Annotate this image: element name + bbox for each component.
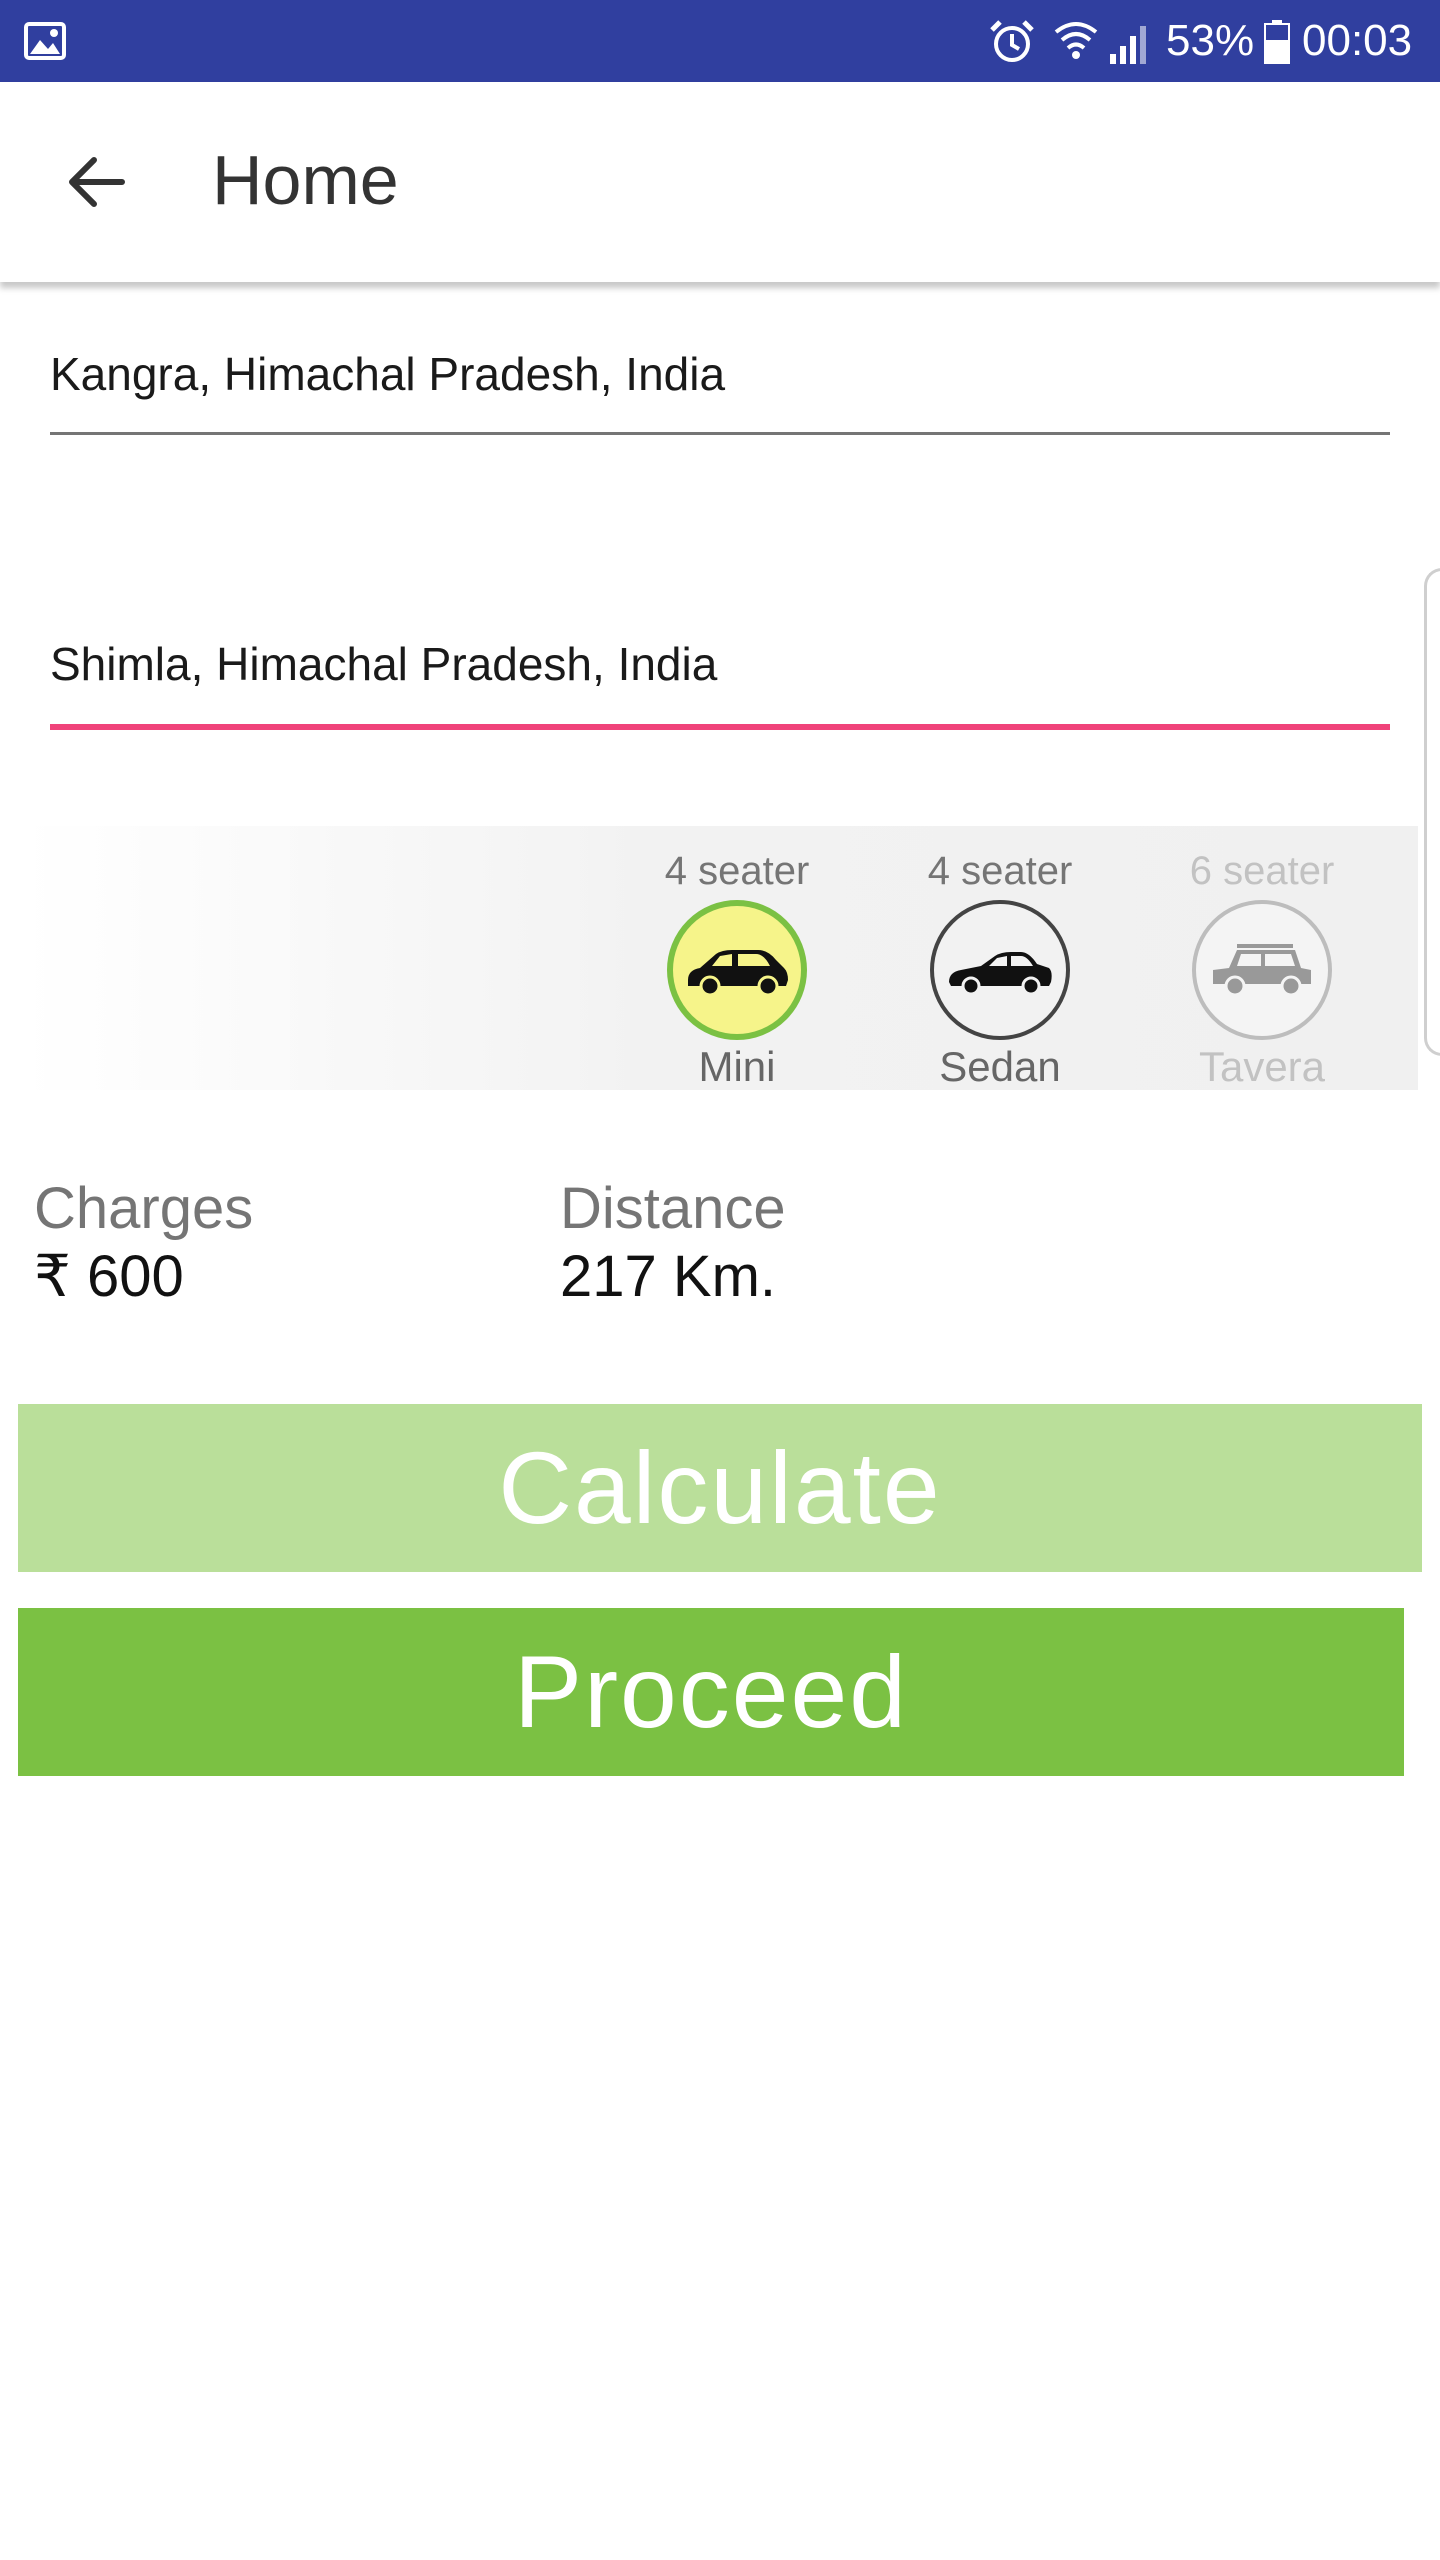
gallery-icon [24,22,66,60]
charges-block: Charges ₹ 600 [34,1176,253,1310]
distance-label: Distance [560,1176,786,1241]
car-seats: 4 seater [664,849,810,893]
sedan-icon [949,952,1052,996]
car-name: Sedan [939,1043,1061,1090]
page-title: Home [212,141,399,219]
status-bar: 53% 00:03 [0,0,1440,82]
signal-icon [1110,26,1146,64]
proceed-button[interactable]: Proceed [18,1608,1404,1776]
suv-icon [1213,944,1311,997]
drop-underline [50,724,1390,730]
pickup-location-value[interactable]: Kangra, Himachal Pradesh, India [50,346,1390,402]
car-seats: 4 seater [927,849,1073,893]
arrow-back-icon[interactable] [60,146,132,218]
car-icon-circle[interactable] [930,900,1070,1040]
clock: 00:03 [1302,16,1413,65]
calculate-button[interactable]: Calculate [18,1404,1422,1572]
pickup-location-field[interactable]: Kangra, Himachal Pradesh, India [50,346,1390,436]
car-icon-circle[interactable] [667,900,807,1040]
charges-label: Charges [34,1176,254,1241]
car-seats: 6 seater [1189,849,1335,893]
battery-icon [1264,20,1290,64]
car-option-mini[interactable]: 4 seater Mini [637,826,837,1090]
alarm-icon [990,20,1034,62]
side-drawer-handle[interactable] [1424,568,1440,1056]
charges-value: ₹ 600 [34,1244,184,1309]
distance-value: 217 Km. [560,1244,776,1309]
car-option-tavera[interactable]: 6 seater Tavera [1162,826,1362,1090]
drop-location-value[interactable]: Shimla, Himachal Pradesh, India [50,636,1390,692]
pickup-underline [50,432,1390,435]
car-icon-circle[interactable] [1192,900,1332,1040]
drop-location-field[interactable]: Shimla, Himachal Pradesh, India [50,636,1390,730]
wifi-icon [1054,22,1098,59]
app-bar: Home [0,82,1440,282]
car-option-sedan[interactable]: 4 seater Sedan [900,826,1100,1090]
distance-block: Distance 217 Km. [560,1176,786,1310]
car-name: Mini [698,1043,776,1090]
car-type-selector: 4 seater Mini 4 seater Sedan 6 seater Ta… [22,826,1418,1090]
car-name: Tavera [1198,1043,1326,1090]
hatchback-icon [688,950,788,997]
battery-percent: 53% [1166,16,1255,65]
